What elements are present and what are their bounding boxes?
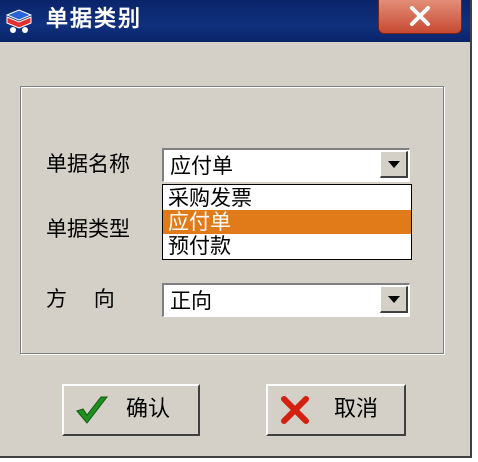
dropdown-option[interactable]: 预付款 <box>163 234 411 258</box>
close-icon <box>410 6 430 26</box>
cancel-button[interactable]: 取消 <box>266 384 406 436</box>
ok-button-label: 确认 <box>126 397 171 422</box>
direction-select[interactable]: 正向 <box>162 283 410 317</box>
dropdown-option-selected[interactable]: 应付单 <box>163 210 411 234</box>
dialog-window: 单据类别 单据名称 应付单 单据类型 采购发票 应付单 预付款 方 向 正向 确… <box>0 0 472 458</box>
document-name-dropdown-button[interactable] <box>380 151 408 178</box>
document-name-label: 单据名称 <box>46 152 130 176</box>
close-button[interactable] <box>378 0 462 34</box>
direction-label: 方 向 <box>46 287 115 311</box>
dropdown-option[interactable]: 采购发票 <box>163 186 411 210</box>
cancel-x-icon <box>281 396 309 424</box>
title-bar[interactable]: 单据类别 <box>0 0 470 42</box>
document-type-label: 单据类型 <box>46 217 130 241</box>
direction-value: 正向 <box>170 289 212 313</box>
document-name-value: 应付单 <box>170 154 233 178</box>
document-name-dropdown-list: 采购发票 应付单 预付款 <box>162 184 412 260</box>
window-title: 单据类别 <box>46 7 143 32</box>
direction-dropdown-button[interactable] <box>380 286 408 313</box>
document-name-select[interactable]: 应付单 <box>162 148 410 182</box>
chevron-down-icon <box>388 161 400 168</box>
app-icon <box>5 9 33 33</box>
cancel-button-label: 取消 <box>334 397 379 422</box>
chevron-down-icon <box>388 296 400 303</box>
ok-button[interactable]: 确认 <box>62 384 200 436</box>
check-icon <box>76 396 109 424</box>
